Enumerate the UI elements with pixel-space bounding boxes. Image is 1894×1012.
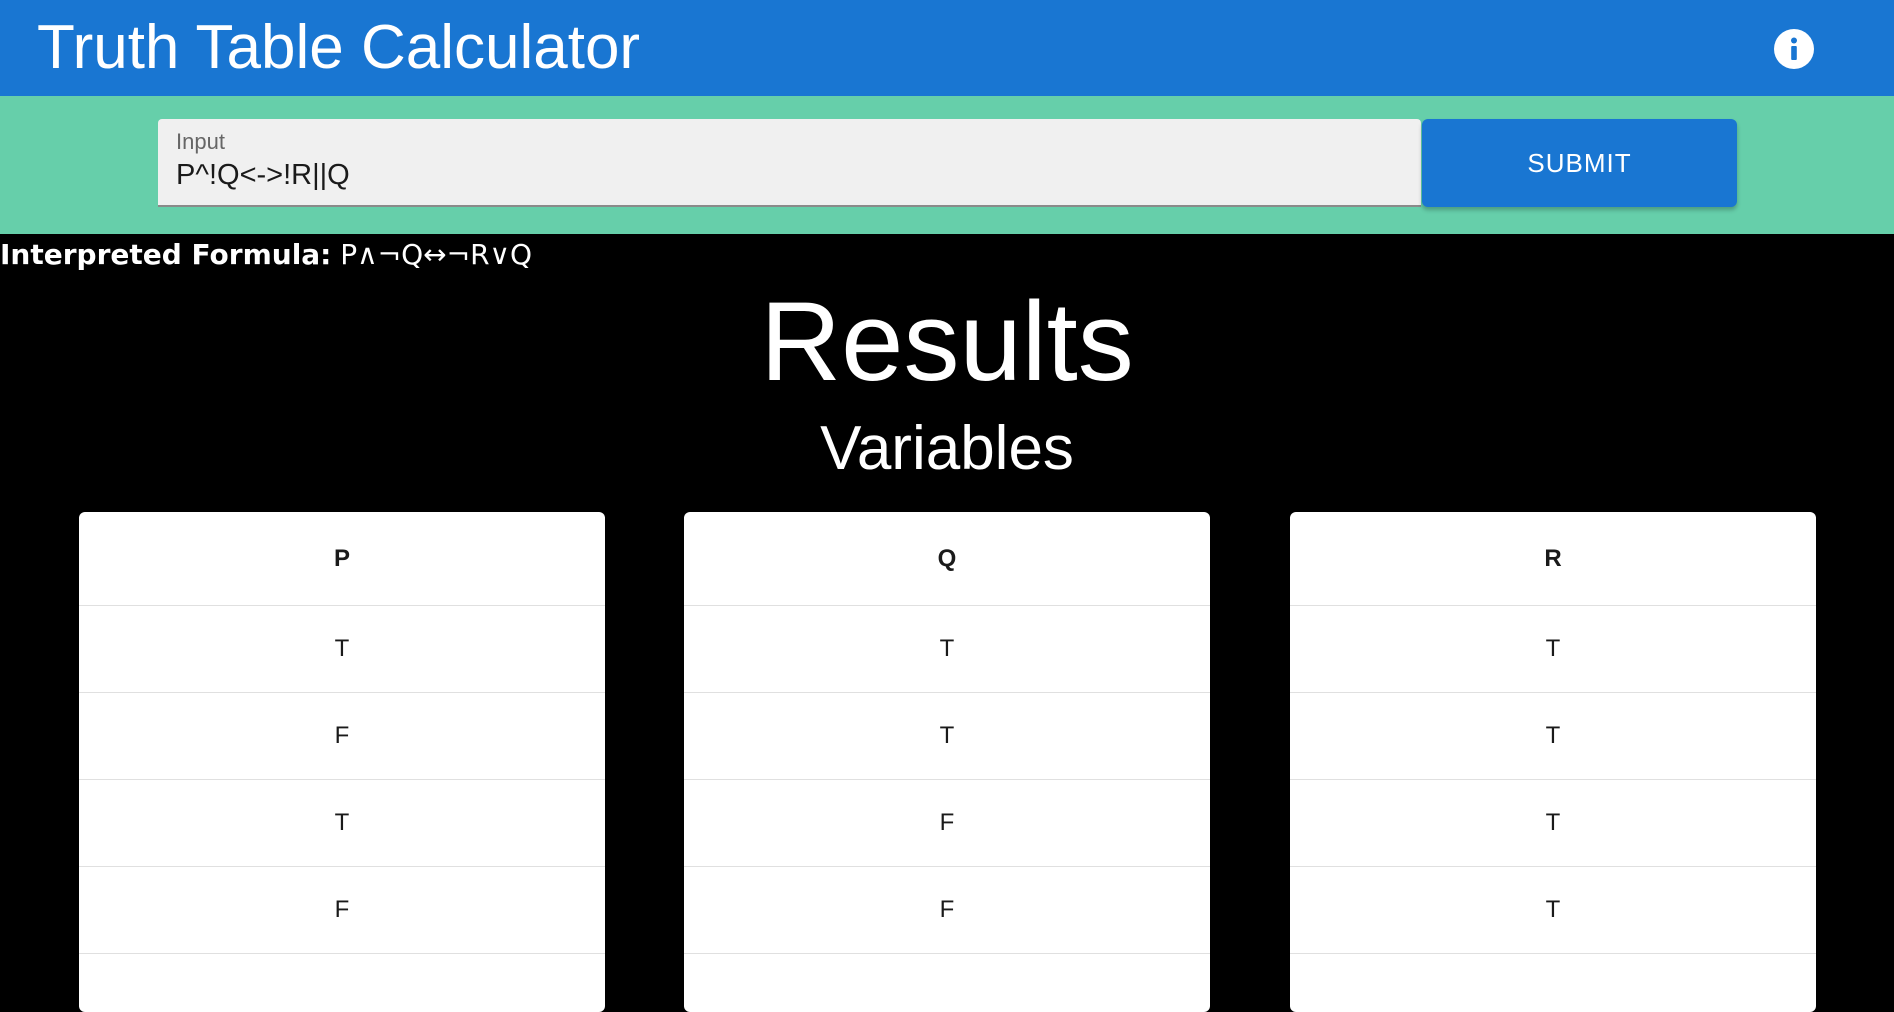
interpreted-formula-label: Interpreted Formula: [0, 238, 332, 271]
submit-button[interactable]: SUBMIT [1422, 119, 1737, 207]
variable-value-cell: F [79, 693, 605, 780]
variable-value-cell: T [1290, 606, 1816, 693]
variable-table-p: P T F T F [79, 512, 605, 1012]
interpreted-formula-value: P∧¬Q↔¬R∨Q [340, 238, 533, 271]
variable-table-r: R T T T T [1290, 512, 1816, 1012]
variable-value-cell: F [79, 867, 605, 954]
input-label: Input [176, 129, 225, 154]
variable-value-cell: F [684, 780, 1210, 867]
app-title: Truth Table Calculator [37, 13, 641, 82]
variable-value-cell: T [79, 606, 605, 693]
variable-header: P [79, 512, 605, 606]
results-heading: Results [760, 279, 1134, 404]
variables-heading: Variables [820, 414, 1074, 483]
formula-input-field[interactable]: Input [158, 119, 1421, 207]
info-icon [1791, 37, 1797, 60]
info-button[interactable] [1774, 29, 1814, 69]
formula-input[interactable] [176, 159, 1376, 192]
variable-value-cell: T [684, 606, 1210, 693]
app-bar: Truth Table Calculator [0, 0, 1894, 96]
variable-header: R [1290, 512, 1816, 606]
variable-value-cell: F [684, 867, 1210, 954]
variable-value-cell: T [1290, 693, 1816, 780]
variable-header: Q [684, 512, 1210, 606]
variable-value-cell: T [1290, 780, 1816, 867]
variable-value-cell: T [1290, 867, 1816, 954]
interpreted-formula: Interpreted Formula: P∧¬Q↔¬R∨Q [0, 238, 532, 271]
variable-table-q: Q T T F F [684, 512, 1210, 1012]
variable-value-cell: T [79, 780, 605, 867]
variable-value-cell: T [684, 693, 1210, 780]
input-bar: Input SUBMIT [0, 96, 1894, 234]
